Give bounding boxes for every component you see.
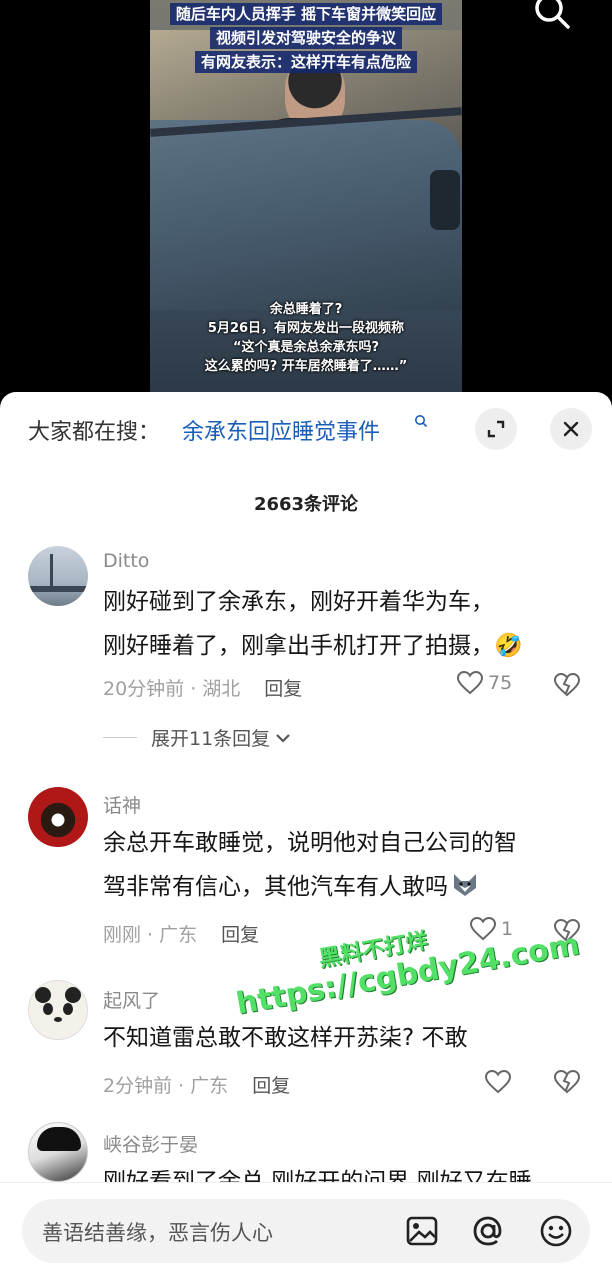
heart-icon [469,916,497,941]
comment-line: 刚好睡着了，刚拿出手机打开了拍摄， [103,633,494,659]
comment-time-location: 2分钟前 · 广东 [103,1075,229,1097]
video-caption-bottom: 余总睡着了? 5月26日，有网友发出一段视频称 “这个真是余总余承东吗? 这么累… [150,300,462,376]
reply-button[interactable]: 回复 [221,924,259,946]
chevron-down-icon [276,733,290,743]
avatar[interactable] [28,787,88,847]
reply-button[interactable]: 回复 [252,1075,290,1097]
comment-line: 驾非常有信心，其他汽车有人敢吗 [103,874,448,900]
heart-icon [456,670,484,695]
search-icon[interactable] [414,414,428,428]
search-icon[interactable] [530,0,574,34]
broken-heart-icon[interactable] [553,1069,581,1095]
comment-meta: 20分钟前 · 湖北 回复 [103,674,302,701]
caption-line: 有网友表示：这样开车有点危险 [194,51,417,73]
avatar[interactable] [28,980,88,1040]
close-button[interactable] [550,408,592,450]
comment-meta: 刚刚 · 广东 回复 [103,920,259,947]
collapse-button[interactable] [475,408,517,450]
like-button[interactable]: 1 [469,916,513,942]
divider [103,737,137,738]
comment-input-placeholder: 善语结善缘，恶言伤人心 [42,1221,273,1245]
comment-username[interactable]: Ditto [103,550,149,572]
heart-icon[interactable] [484,1069,512,1095]
collapse-icon [487,420,505,438]
like-button[interactable]: 75 [456,670,512,696]
caption-line: 视频引发对驾驶安全的争议 [209,27,402,49]
comment-input[interactable]: 善语结善缘，恶言伤人心 [22,1199,590,1263]
comment-text: 余总开车敢睡觉，说明他对自己公司的智 驾非常有信心，其他汽车有人敢吗 [103,821,583,909]
caption-line: 余总睡着了? [269,302,343,317]
video-caption-top: 随后车内人员挥手 摇下车窗并微笑回应 视频引发对驾驶安全的争议 有网友表示：这样… [0,2,612,74]
comment-input-bar: 善语结善缘，恶言伤人心 [0,1182,612,1280]
comment-line: 刚好碰到了余承东，刚好开着华为车， [103,589,494,615]
caption-line: “这个真是余总余承东吗? [232,340,380,355]
side-mirror [430,170,460,230]
comment-time-location: 刚刚 · 广东 [103,924,198,946]
comment-meta: 2分钟前 · 广东 回复 [103,1071,290,1098]
like-count: 75 [488,672,513,694]
image-icon[interactable] [404,1213,440,1249]
like-count: 1 [501,918,514,940]
caption-line: 5月26日，有网友发出一段视频称 [207,321,405,336]
broken-heart-icon[interactable] [553,672,581,698]
avatar[interactable] [28,1122,88,1182]
comment-username[interactable]: 起风了 [103,986,160,1013]
caption-line: 这么累的吗? 开车居然睡着了……” [204,359,408,374]
comment-text: 刚好碰到了余承东，刚好开着华为车， 刚好睡着了，刚拿出手机打开了拍摄，🤣 [103,580,583,668]
laugh-emoji: 🤣 [494,633,523,659]
comment-username[interactable]: 话神 [103,791,141,818]
car-door-scene [150,120,462,310]
husky-emoji-icon [454,874,476,896]
comment-line: 余总开车敢睡觉，说明他对自己公司的智 [103,830,517,856]
reply-button[interactable]: 回复 [264,678,302,700]
expand-replies-button[interactable]: 展开11条回复 [103,724,292,751]
video-player[interactable]: 随后车内人员挥手 摇下车窗并微笑回应 视频引发对驾驶安全的争议 有网友表示：这样… [0,0,612,400]
comment-count: 2663条评论 [253,494,359,515]
comment-username[interactable]: 峡谷彭于晏 [103,1130,198,1157]
close-icon [563,421,579,437]
hot-search-row: 大家都在搜： 余承东回应睡觉事件 [0,392,612,464]
comment-text: 不知道雷总敢不敢这样开苏柒? 不敢 [103,1016,583,1060]
emoji-icon[interactable] [538,1213,574,1249]
comment-line: 不知道雷总敢不敢这样开苏柒? 不敢 [103,1025,468,1051]
at-icon[interactable] [470,1213,506,1249]
comment-time-location: 20分钟前 · 湖北 [103,678,241,700]
avatar[interactable] [28,546,88,606]
expand-replies-label: 展开11条回复 [151,728,271,750]
caption-line: 随后车内人员挥手 摇下车窗并微笑回应 [169,3,443,25]
comment-sheet: 大家都在搜： 余承东回应睡觉事件 2663条评论 Ditto 刚好碰到了余承东，… [0,392,612,1280]
hot-search-prefix: 大家都在搜： [28,420,161,445]
hot-search-link[interactable]: 余承东回应睡觉事件 [182,414,380,446]
